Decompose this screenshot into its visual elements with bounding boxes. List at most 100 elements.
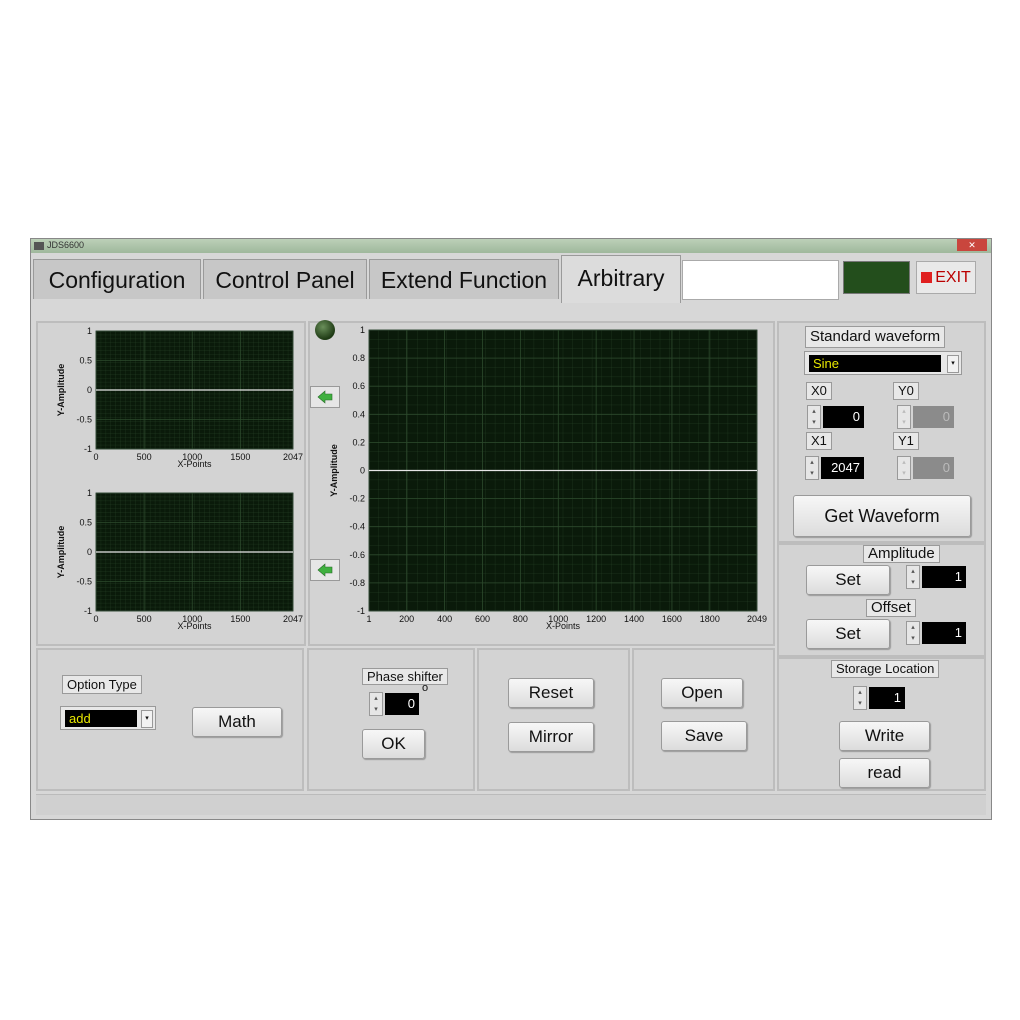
dropdown-arrow-icon: ▾ [947,355,959,373]
save-button[interactable]: Save [661,721,747,751]
x1-spinner[interactable]: ▴ ▾ [805,456,819,480]
y-axis-label: Y-Amplitude [56,364,66,417]
x-tick-label: 400 [437,614,452,624]
tab-configuration[interactable]: Configuration [33,259,201,299]
main-plot: 10.80.60.40.20-0.2-0.4-0.6-0.8-11 200 400 6… [329,325,767,631]
status-strip [36,794,986,815]
y-tick-label: 0.8 [352,353,365,363]
x1-input[interactable]: ▴ ▾ 2047 [805,456,864,480]
y-tick-label: -0.6 [349,550,365,560]
x0-input[interactable]: ▴ ▾ 0 [807,405,864,429]
amplitude-set-button[interactable]: Set [806,565,890,595]
y-tick-label: 1 [360,325,365,335]
offset-label: Offset [866,599,916,617]
storage-location-value: 1 [869,687,905,709]
offset-value: 1 [922,622,966,644]
y-tick-label: 1 [87,326,92,336]
x-tick-label: 500 [137,452,152,462]
write-button[interactable]: Write [839,721,930,751]
app-window: JDS6600 ✕ Configuration Control Panel Ex… [30,238,992,820]
y-tick-label: -0.4 [349,522,365,532]
status-indicator [843,261,910,294]
x-tick-label: 0 [93,452,98,462]
x-tick-label: 800 [513,614,528,624]
phase-shifter-input[interactable]: ▴ ▾ 0 [369,692,419,716]
phase-ok-button[interactable]: OK [362,729,425,759]
main-plot-svg: 10.80.60.40.20-0.2-0.4-0.6-0.8-11 200 400 6… [329,325,767,631]
tab-arbitrary[interactable]: Arbitrary [561,255,681,303]
y-tick-label: -1 [84,606,92,616]
edit-panel [477,648,630,791]
amplitude-spinner[interactable]: ▴ ▾ [906,565,920,589]
dropdown-arrow-icon: ▾ [141,710,153,728]
tab-spacer [682,260,839,300]
x-tick-label: 1400 [624,614,644,624]
x-tick-label: 2049 [747,614,767,624]
mirror-button[interactable]: Mirror [508,722,594,752]
exit-button[interactable]: EXIT [916,261,976,294]
plot-bottom-left: 10.50-0.5-10 500 1000 1500 2047X-PointsY-Amp… [56,488,303,631]
offset-set-button[interactable]: Set [806,619,890,649]
y1-input: ▴ ▾ 0 [897,456,954,480]
y-tick-label: -1 [84,444,92,454]
x-tick-label: 1500 [230,452,250,462]
y0-label: Y0 [893,382,919,400]
reset-button[interactable]: Reset [508,678,594,708]
x-tick-label: 1200 [586,614,606,624]
offset-spinner[interactable]: ▴ ▾ [906,621,920,645]
y-axis-label: Y-Amplitude [329,444,339,497]
standard-waveform-select[interactable]: Sine ▾ [804,351,962,375]
phase-spinner[interactable]: ▴ ▾ [369,692,383,716]
phase-shifter-label: Phase shifter [362,668,448,685]
x-tick-label: 1500 [230,614,250,624]
x0-value: 0 [823,406,864,428]
x-axis-label: X-Points [177,459,212,469]
get-waveform-button[interactable]: Get Waveform [793,495,971,537]
tab-control-panel[interactable]: Control Panel [203,259,367,299]
storage-spinner[interactable]: ▴ ▾ [853,686,867,710]
storage-location-input[interactable]: ▴ ▾ 1 [853,686,905,710]
y-tick-label: 0 [87,547,92,557]
y-tick-label: -0.2 [349,494,365,504]
y-tick-label: -0.5 [76,415,92,425]
y-tick-label: -0.8 [349,578,365,588]
y-axis-label: Y-Amplitude [56,526,66,579]
title-bar: JDS6600 ✕ [31,239,991,253]
y0-spinner: ▴ ▾ [897,405,911,429]
y-tick-label: 0.6 [352,381,365,391]
x-tick-label: 600 [475,614,490,624]
read-button[interactable]: read [839,758,930,788]
tab-extend-function[interactable]: Extend Function [369,259,559,299]
x-tick-label: 500 [137,614,152,624]
y-tick-label: 0 [360,466,365,476]
x-tick-label: 0 [93,614,98,624]
amplitude-value: 1 [922,566,966,588]
x1-label: X1 [806,432,832,450]
open-button[interactable]: Open [661,678,743,708]
standard-waveform-label: Standard waveform [805,326,946,348]
window-close-button[interactable]: ✕ [957,239,987,251]
exit-label: EXIT [935,269,971,286]
standard-waveform-value: Sine [809,355,941,372]
y1-value: 0 [913,457,954,479]
y-tick-label: -0.5 [76,577,92,587]
x0-spinner[interactable]: ▴ ▾ [807,405,821,429]
window-title: JDS6600 [47,240,85,250]
file-panel [632,648,775,791]
amplitude-input[interactable]: ▴ ▾ 1 [906,565,966,589]
y1-spinner: ▴ ▾ [897,456,911,480]
y-tick-label: 0.5 [79,518,92,528]
y-tick-label: 0.2 [352,437,365,447]
x0-label: X0 [806,382,832,400]
stop-icon [921,272,933,283]
degree-unit: o [422,682,429,694]
y-tick-label: -1 [357,606,365,616]
x-axis-label: X-Points [177,621,212,631]
x-axis-label: X-Points [546,621,581,631]
offset-input[interactable]: ▴ ▾ 1 [906,621,966,645]
math-button[interactable]: Math [192,707,282,737]
x-tick-label: 2047 [283,452,303,462]
x-tick-label: 2047 [283,614,303,624]
option-type-select[interactable]: add ▾ [60,706,156,730]
y0-input: ▴ ▾ 0 [897,405,954,429]
